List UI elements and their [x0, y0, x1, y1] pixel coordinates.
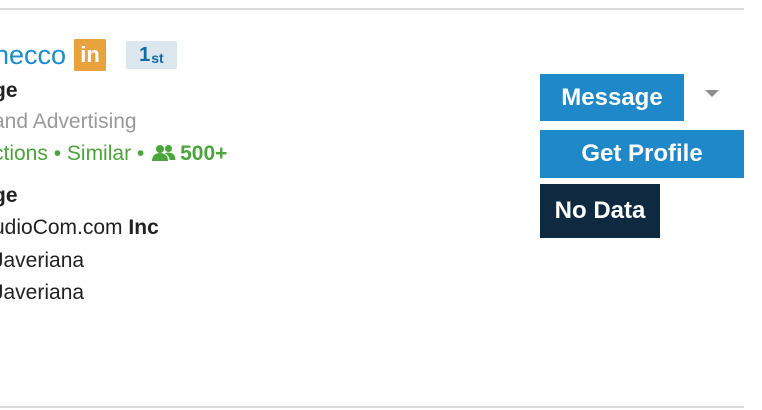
profile-name-link[interactable]: necco: [0, 38, 66, 72]
message-button[interactable]: Message: [540, 74, 684, 121]
profile-card: necco in 1st ge and Advertising ctions •…: [0, 0, 762, 410]
linkedin-icon[interactable]: in: [74, 39, 107, 71]
bottom-divider: [0, 406, 744, 408]
degree-number: 1: [139, 43, 151, 66]
industry: and Advertising: [0, 110, 137, 133]
company-suffix: Inc: [128, 216, 159, 239]
no-data-badge: No Data: [540, 184, 660, 238]
connection-degree-badge: 1st: [126, 41, 177, 69]
company-line: udioCom.com Inc: [0, 215, 159, 241]
connection-count: 500+: [180, 142, 228, 165]
similar-link[interactable]: Similar: [67, 142, 131, 165]
separator: •: [131, 142, 151, 165]
experience-title: ge: [0, 184, 18, 207]
school-line-2: Javeriana: [0, 281, 85, 304]
connections-link[interactable]: ctions: [0, 142, 48, 165]
people-icon: [152, 143, 176, 169]
get-profile-button[interactable]: Get Profile: [540, 130, 744, 178]
top-divider: [0, 8, 744, 10]
chevron-down-icon[interactable]: [705, 90, 719, 97]
degree-suffix: st: [151, 50, 164, 66]
separator: •: [47, 142, 67, 165]
connections-row: ctions • Similar • 500+: [0, 141, 227, 169]
name-row: necco in 1st: [0, 38, 177, 72]
company-name: udioCom.com: [0, 216, 123, 239]
headline: ge: [0, 79, 18, 102]
school-line-1: Javeriana: [0, 249, 85, 272]
